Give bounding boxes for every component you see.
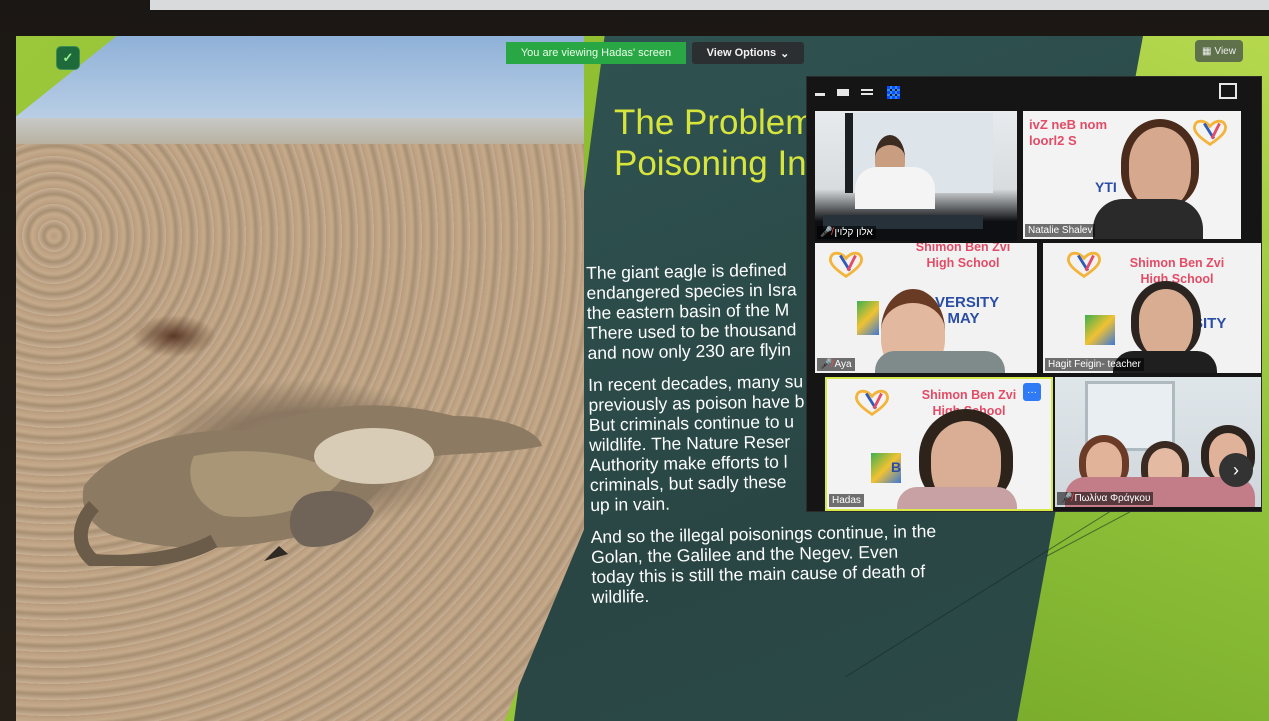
participant-video <box>1121 119 1199 207</box>
heart-logo <box>829 251 863 279</box>
participant-tile[interactable]: ivZ neB nom loorl2 S YTI Natalie Shalev <box>1023 111 1241 239</box>
participant-video <box>855 167 935 209</box>
participant-video <box>897 487 1017 509</box>
participant-name: Πωλίνα Φράγκου <box>1074 493 1151 504</box>
colorful-poster <box>1085 315 1115 345</box>
participant-name: אלון קלוין <box>834 227 873 238</box>
school-sign: Shimon Ben Zvi High School <box>915 243 1011 270</box>
chevron-right-icon[interactable]: › <box>1219 453 1253 487</box>
slide-title: The Problem Poisoning In <box>614 103 815 183</box>
heart-logo <box>1193 119 1227 147</box>
viewing-screen-banner: You are viewing Hadas' screen <box>506 42 686 64</box>
mic-off-icon: 🎤̸ <box>820 227 833 238</box>
vulture-photo <box>16 36 584 721</box>
banner-fragment: B <box>891 459 902 475</box>
participant-video <box>1131 281 1201 357</box>
participant-name-tag: 🎤̸ Πωλίνα Φράγκου <box>1057 492 1154 505</box>
participant-name-tag: Hagit Feigin- teacher <box>1045 358 1144 371</box>
dead-vulture-image <box>74 405 542 566</box>
video-gallery-panel: 🎤̸ אלון קלוין ivZ neB nom loorl2 S YTI N… <box>806 76 1262 512</box>
gallery-view-icon[interactable] <box>887 86 900 99</box>
exit-fullscreen-icon[interactable] <box>1219 83 1237 99</box>
participant-video <box>1093 199 1203 239</box>
check-glyph: ✓ <box>62 50 74 65</box>
participant-tile[interactable]: Shimon Ben Zvi High School SITY Hagit Fe… <box>1043 243 1261 373</box>
participant-name-tag: 🎤̸ אלון קלוין <box>817 226 876 239</box>
slide-paragraph: And so the illegal poisonings continue, … <box>590 520 937 607</box>
participant-name: Hagit Feigin- teacher <box>1048 359 1141 370</box>
participant-tile[interactable]: 🎤̸ אלון קלוין <box>815 111 1017 241</box>
heart-logo <box>855 389 889 417</box>
heart-logo <box>1067 251 1101 279</box>
participant-name-tag: Natalie Shalev <box>1025 224 1096 237</box>
minimize-icon[interactable] <box>815 93 825 96</box>
colorful-poster <box>857 301 879 335</box>
photo-mountain-ridge <box>16 118 584 144</box>
participant-tile[interactable]: Shimon Ben Zvi High School VERSITY 2 MAY… <box>815 243 1037 373</box>
chevron-down-icon: ⌄ <box>780 47 790 60</box>
mirrored-school-sign: ivZ neB nom loorl2 S <box>1029 117 1108 148</box>
paper-edge <box>150 0 1269 10</box>
shield-check-icon[interactable]: ✓ <box>56 46 80 70</box>
banner-fragment: VERSITY 2 MAY <box>935 294 1000 327</box>
participant-tile-active[interactable]: Shimon Ben Zvi High School B ··· Hadas <box>825 377 1053 511</box>
mic-off-icon: 🎤̸ <box>1060 493 1073 504</box>
speaker-view-icon[interactable] <box>837 89 849 96</box>
monitor-bezel: ✓ You are viewing Hadas' screen View Opt… <box>0 0 1269 721</box>
participant-name-tag: 🎤̸ Aya <box>817 358 855 371</box>
participant-name: Aya <box>834 359 852 370</box>
view-options-button[interactable]: View Options ⌄ <box>692 42 804 64</box>
more-options-icon[interactable]: ··· <box>1023 383 1041 401</box>
participant-name: Natalie Shalev <box>1028 225 1093 236</box>
mic-off-icon: 🎤̸ <box>820 359 833 370</box>
participant-name-tag: Hadas <box>829 494 864 507</box>
participant-name: Hadas <box>832 495 861 506</box>
participant-tile[interactable]: 🎤̸ Πωλίνα Φράγκου <box>1055 377 1261 507</box>
view-options-label: View Options <box>706 47 777 59</box>
strip-view-icon[interactable] <box>861 89 873 97</box>
view-button[interactable]: ▦ View <box>1195 40 1243 62</box>
shared-screen: ✓ You are viewing Hadas' screen View Opt… <box>16 36 1269 721</box>
grid-view-icon: ▦ <box>1202 45 1212 57</box>
banner-fragment: YTI <box>1095 179 1117 195</box>
gallery-toolbar <box>807 77 1261 109</box>
view-label: View <box>1214 45 1236 57</box>
photo-sky <box>16 36 584 124</box>
participant-video <box>875 351 1005 373</box>
